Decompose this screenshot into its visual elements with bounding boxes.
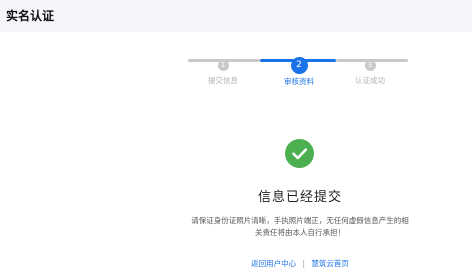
homepage-link[interactable]: 慧筑云首页 (311, 259, 349, 268)
step-number-3: 3 (364, 60, 376, 71)
step-submit-info: 1 提交信息 (188, 52, 258, 86)
link-separator: | (302, 259, 306, 268)
page-title: 实名认证 (6, 9, 55, 23)
result-description-line-1: 请保证身份证照片清晰，手执照片端正，无任何虚假信息产生的相 (191, 216, 409, 225)
step-success: 3 认证成功 (335, 52, 405, 86)
check-circle-icon (285, 139, 314, 168)
footer-links: 返回用户中心 | 慧筑云首页 (200, 259, 400, 269)
result-description-line-2: 关责任将由本人自行承担！ (255, 228, 345, 237)
step-review: 2 审核资料 (264, 52, 334, 87)
step-number-1: 1 (217, 60, 229, 71)
result-description: 请保证身份证照片清晰，手执照片端正，无任何虚假信息产生的相 关责任将由本人自行承… (168, 215, 432, 239)
back-to-user-center-link[interactable]: 返回用户中心 (251, 259, 296, 268)
step-label-review: 审核资料 (284, 77, 314, 86)
result-title: 信息已经提交 (257, 190, 342, 205)
page-header: 实名认证 (0, 0, 472, 32)
step-label-success: 认证成功 (355, 76, 385, 85)
step-label-submit-info: 提交信息 (208, 76, 238, 85)
progress-steps: 1 提交信息 2 审核资料 3 认证成功 (188, 52, 408, 92)
step-number-2: 2 (290, 57, 308, 74)
check-mark-icon (292, 148, 308, 160)
